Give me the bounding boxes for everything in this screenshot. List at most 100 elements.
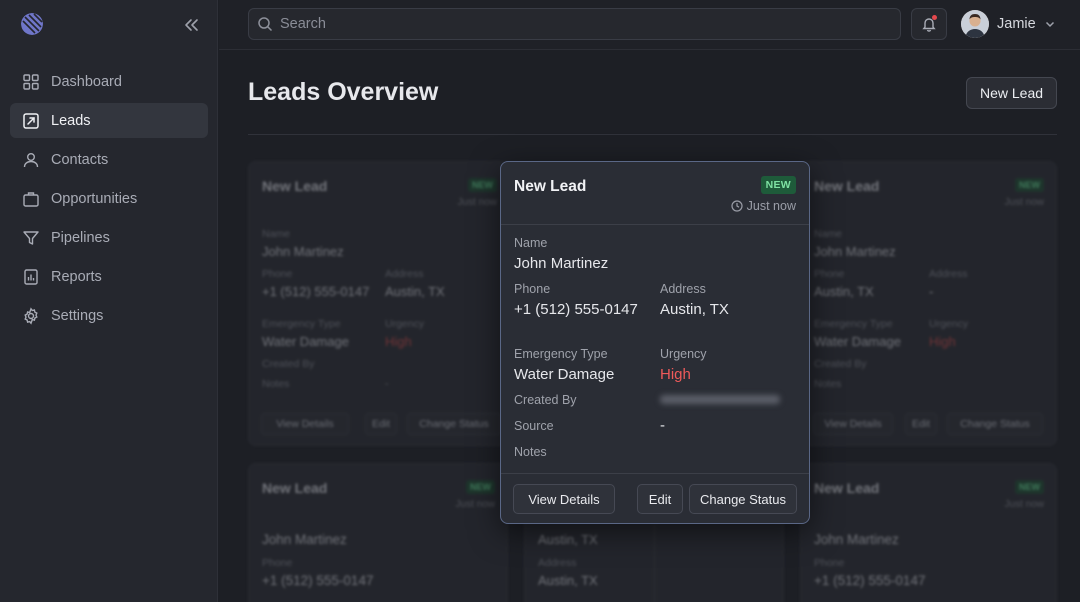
sidebar-item-label: Pipelines	[51, 229, 110, 246]
lead-card[interactable]: New Lead NEW Just now Name John Martinez…	[800, 161, 1057, 446]
briefcase-icon	[23, 191, 39, 207]
change-status-button[interactable]: Change Status	[407, 413, 501, 435]
change-status-button[interactable]: Change Status	[689, 484, 797, 514]
card-time: Just now	[457, 197, 497, 208]
leads-icon	[23, 112, 39, 129]
created-by-label: Created By	[514, 393, 577, 407]
name-value: John Martinez	[262, 244, 344, 259]
divider	[501, 224, 809, 225]
address-value: Austin, TX	[385, 284, 445, 299]
phone-label: Phone	[262, 557, 293, 569]
clock-icon	[731, 200, 743, 212]
phone-label: Phone	[262, 268, 293, 280]
sidebar-item-leads[interactable]: Leads	[10, 103, 208, 138]
status-badge: NEW	[760, 176, 796, 194]
urgency-value: High	[385, 334, 412, 349]
sidebar-item-label: Contacts	[51, 151, 109, 168]
address-value: Austin, TX	[538, 573, 598, 588]
name-value: John Martinez	[262, 532, 347, 547]
address-value: -	[929, 284, 934, 299]
sidebar-item-label: Opportunities	[51, 190, 138, 207]
urgency-label: Urgency	[385, 318, 425, 330]
search-icon	[258, 17, 273, 32]
lead-card[interactable]: New Lead NEW Just now John Martinez Phon…	[800, 463, 1057, 602]
divider	[248, 134, 1057, 135]
address-value: Austin, TX	[660, 301, 729, 318]
source-value: -	[660, 417, 665, 434]
created-by-label: Created By	[262, 358, 315, 370]
edit-button[interactable]: Edit	[637, 484, 683, 514]
sidebar-item-label: Dashboard	[51, 73, 122, 90]
page-title: Leads Overview	[248, 78, 439, 106]
name-value: John Martinez	[814, 244, 896, 259]
divider	[501, 473, 809, 474]
view-details-button[interactable]: View Details	[261, 413, 349, 435]
card-time: Just now	[1004, 499, 1044, 510]
card-title: New Lead	[814, 480, 880, 496]
phone-value: +1 (512) 555-0147	[262, 573, 374, 588]
status-badge: NEW	[1015, 178, 1044, 192]
urgency-value: High	[660, 366, 691, 383]
name-label: Name	[262, 228, 291, 240]
name-label: Name	[514, 236, 548, 250]
urgency-label: Urgency	[929, 318, 969, 330]
edit-button[interactable]: Edit	[905, 413, 937, 435]
emergency-label: Emergency Type	[814, 318, 893, 330]
view-details-button[interactable]: View Details	[513, 484, 615, 514]
popup-title: New Lead	[514, 178, 587, 195]
card-title: New Lead	[262, 178, 328, 194]
notes-label: Notes	[514, 445, 547, 459]
emergency-type-value: Water Damage	[514, 366, 615, 383]
emergency-value: Water Damage	[262, 334, 349, 349]
phone-label: Phone	[514, 282, 551, 296]
phone-label: Phone	[814, 268, 845, 280]
name-value: John Martinez	[514, 255, 609, 272]
lead-card[interactable]: New Lead NEW Just now John Martinez Phon…	[248, 463, 508, 602]
search-box[interactable]	[248, 8, 901, 40]
card-title: New Lead	[262, 480, 328, 496]
dashboard-icon	[23, 73, 39, 90]
source-label: Source	[514, 419, 554, 433]
change-status-button[interactable]: Change Status	[947, 413, 1043, 435]
collapse-sidebar-icon[interactable]	[180, 14, 202, 36]
emergency-value: Water Damage	[814, 334, 901, 349]
sidebar: Dashboard Leads Contacts Opportunities P…	[0, 0, 218, 602]
sidebar-item-settings[interactable]: Settings	[10, 298, 208, 333]
edit-button[interactable]: Edit	[365, 413, 397, 435]
sidebar-item-label: Settings	[51, 307, 104, 324]
time-text: Just now	[746, 199, 796, 213]
address-label: Address	[385, 268, 424, 280]
sidebar-item-dashboard[interactable]: Dashboard	[10, 64, 208, 99]
view-details-button[interactable]: View Details	[813, 413, 893, 435]
notifications-button[interactable]	[911, 8, 947, 40]
phone-label: Phone	[814, 557, 845, 569]
sidebar-item-contacts[interactable]: Contacts	[10, 142, 208, 177]
phone-value: +1 (512) 555-0147	[262, 284, 370, 299]
address-label: Address	[929, 268, 968, 280]
column-divider	[654, 524, 655, 602]
app-logo[interactable]	[21, 13, 43, 35]
urgency-value: High	[929, 334, 956, 349]
address-label: Address	[660, 282, 706, 296]
sidebar-item-label: Reports	[51, 268, 102, 285]
popup-time: Just now	[731, 199, 796, 213]
lead-card[interactable]: New Lead NEW Just now Name John Martinez…	[248, 161, 510, 446]
sidebar-item-opportunities[interactable]: Opportunities	[10, 181, 208, 216]
sidebar-item-pipelines[interactable]: Pipelines	[10, 220, 208, 255]
status-badge: NEW	[1015, 480, 1044, 494]
notification-dot	[932, 15, 937, 20]
name-label: Name	[814, 228, 843, 240]
new-lead-button[interactable]: New Lead	[966, 77, 1057, 109]
user-menu[interactable]: Jamie	[961, 10, 1056, 38]
notes-label: Notes	[814, 378, 842, 390]
status-badge: NEW	[466, 480, 495, 494]
sidebar-item-label: Leads	[51, 112, 91, 129]
search-input[interactable]	[280, 16, 880, 32]
contacts-icon	[23, 152, 39, 167]
lead-detail-popup[interactable]: New Lead NEW Just now Name John Martinez…	[500, 161, 810, 524]
name-value: John Martinez	[814, 532, 899, 547]
avatar	[961, 10, 989, 38]
urgency-label: Urgency	[660, 347, 707, 361]
field-value: Austin, TX	[538, 532, 598, 547]
sidebar-item-reports[interactable]: Reports	[10, 259, 208, 294]
